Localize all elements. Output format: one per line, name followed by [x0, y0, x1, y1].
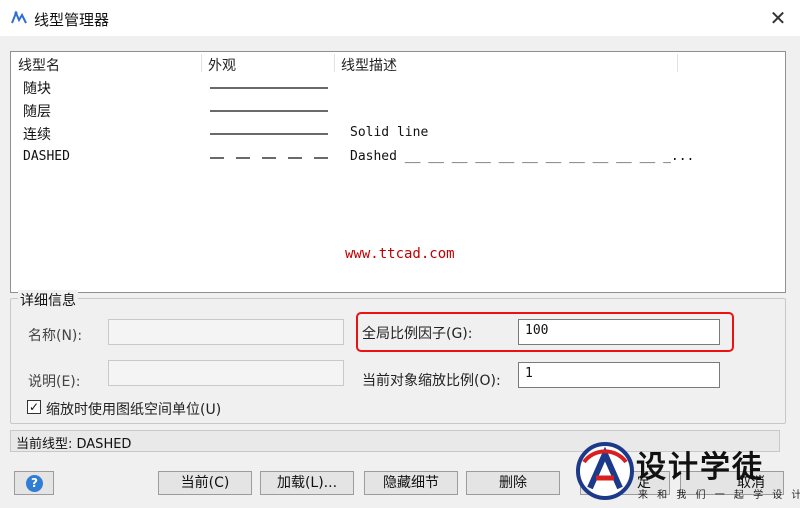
- paper-space-checkbox-label[interactable]: 缩放时使用图纸空间单位(U): [46, 399, 221, 419]
- delete-button[interactable]: 删除: [466, 471, 560, 495]
- help-button[interactable]: ?: [14, 471, 54, 495]
- description-label: 说明(E):: [28, 374, 81, 390]
- linetype-name: DASHED: [23, 149, 70, 164]
- current-linetype-status: 当前线型: DASHED: [16, 437, 132, 452]
- paper-space-checkbox[interactable]: ✓: [27, 400, 41, 414]
- column-header-appearance[interactable]: 外观: [208, 55, 236, 75]
- column-header-name[interactable]: 线型名: [18, 55, 60, 75]
- linetype-preview: [210, 157, 328, 159]
- current-scale-field[interactable]: 1: [518, 362, 720, 388]
- linetype-list[interactable]: 线型名 外观 线型描述 随块 随层 连续 Solid line DASHED D…: [10, 51, 786, 293]
- hide-details-button[interactable]: 隐藏细节: [364, 471, 458, 495]
- app-icon: [11, 10, 27, 24]
- logo-icon: [576, 442, 634, 500]
- linetype-name: 随块: [23, 81, 51, 97]
- linetype-description: Dashed __ __ __ __ __ __ __ __ __ __ __ …: [350, 149, 695, 164]
- close-icon[interactable]: ✕: [766, 7, 790, 29]
- description-field[interactable]: [108, 360, 344, 386]
- global-scale-label: 全局比例因子(G):: [362, 326, 473, 342]
- load-button[interactable]: 加载(L)...: [260, 471, 354, 495]
- global-scale-field[interactable]: 100: [518, 319, 720, 345]
- list-header: 线型名 外观 线型描述: [11, 52, 785, 74]
- column-header-description[interactable]: 线型描述: [341, 55, 397, 75]
- help-icon: ?: [26, 475, 43, 492]
- name-label: 名称(N):: [28, 328, 83, 344]
- linetype-preview: [210, 110, 328, 112]
- name-field[interactable]: [108, 319, 344, 345]
- logo-text: 设计学徒: [636, 450, 764, 485]
- linetype-name: 连续: [23, 127, 51, 143]
- list-row[interactable]: 随层: [11, 99, 785, 122]
- list-row[interactable]: 随块: [11, 76, 785, 99]
- linetype-description: Solid line: [350, 125, 429, 140]
- list-row[interactable]: 连续 Solid line: [11, 122, 785, 145]
- details-group-label: 详细信息: [18, 290, 78, 310]
- linetype-name: 随层: [23, 104, 51, 120]
- window-title: 线型管理器: [34, 11, 110, 29]
- current-button[interactable]: 当前(C): [158, 471, 252, 495]
- logo: 设计学徒 来 和 我 们 一 起 学 设 计: [574, 440, 800, 506]
- current-scale-label: 当前对象缩放比例(O):: [362, 373, 501, 389]
- linetype-preview: [210, 133, 328, 135]
- list-row[interactable]: DASHED Dashed __ __ __ __ __ __ __ __ __…: [11, 146, 785, 169]
- title-bar: 线型管理器 ✕: [0, 0, 800, 36]
- watermark-text: www.ttcad.com: [345, 246, 455, 262]
- linetype-preview: [210, 87, 328, 89]
- logo-slogan: 来 和 我 们 一 起 学 设 计: [638, 490, 800, 501]
